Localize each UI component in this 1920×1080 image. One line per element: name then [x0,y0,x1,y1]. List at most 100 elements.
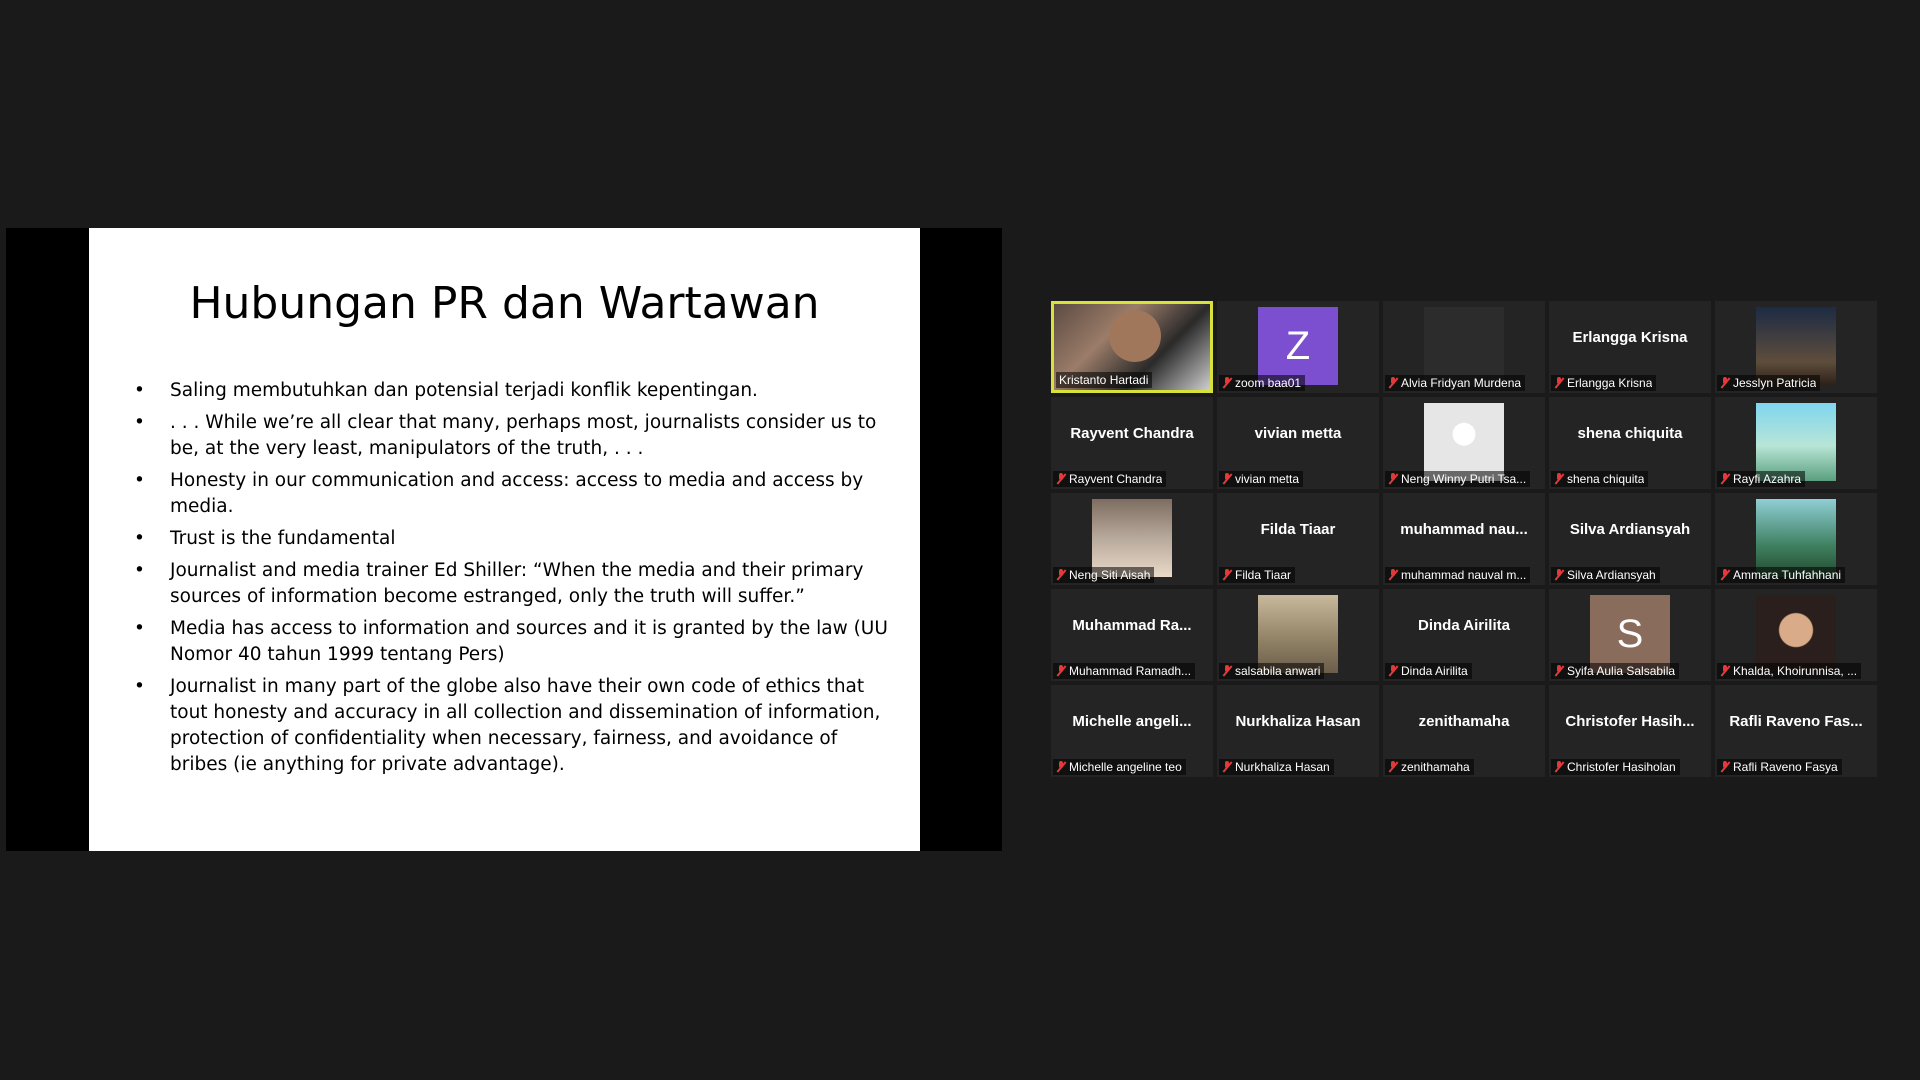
participant-display-name: Erlangga Krisna [1572,329,1688,346]
participant-name-tag: Kristanto Hartadi [1056,372,1153,388]
participant-name: Erlangga Krisna [1567,376,1653,390]
participant-avatar [1258,595,1338,673]
mic-muted-icon [1388,377,1398,389]
participant-name: Neng Winny Putri Tsa... [1401,472,1527,486]
participant-name: Rafli Raveno Fasya [1733,760,1838,774]
participant-tile[interactable]: Neng Siti Aisah [1051,493,1213,585]
participant-tile[interactable]: salsabila anwari [1217,589,1379,681]
participant-tile[interactable]: Silva Ardiansyah Silva Ardiansyah [1549,493,1711,585]
mic-muted-icon [1222,761,1232,773]
participant-name-tag: Silva Ardiansyah [1551,567,1660,583]
mic-muted-icon [1388,569,1398,581]
bullet-text: Trust is the fundamental [170,528,396,549]
participant-tile[interactable]: Ammara Tuhfahhani [1715,493,1877,585]
mic-muted-icon [1720,473,1730,485]
slide-bullet: • . . . While we’re all clear that many, … [134,410,894,462]
participant-tile[interactable]: Rayfi Azahra [1715,397,1877,489]
participant-name: Kristanto Hartadi [1059,373,1149,387]
mic-muted-icon [1222,569,1232,581]
mic-muted-icon [1720,761,1730,773]
participant-name-tag: shena chiquita [1551,471,1649,487]
participant-name-tag: Rayfi Azahra [1717,471,1806,487]
mic-muted-icon [1554,377,1564,389]
participant-name: zenithamaha [1401,760,1470,774]
participant-display-name: Filda Tiaar [1260,521,1336,538]
participant-name: zoom baa01 [1235,376,1302,390]
participant-name-tag: Nurkhaliza Hasan [1219,759,1334,775]
slide-bullet-list: • Saling membutuhkan dan potensial terjad… [134,378,894,784]
participant-tile[interactable]: Erlangga Krisna Erlangga Krisna [1549,301,1711,393]
participant-tile[interactable]: Alvia Fridyan Murdena [1383,301,1545,393]
slide-bullet: • Trust is the fundamental [134,526,894,552]
bullet-dot-icon: • [134,470,145,491]
participant-tile[interactable]: Rayvent Chandra Rayvent Chandra [1051,397,1213,489]
participant-tile[interactable]: Christofer Hasih... Christofer Hasiholan [1549,685,1711,777]
participant-avatar [1756,307,1836,385]
participant-face [1109,310,1161,362]
participant-name: Khalda, Khoirunnisa, ... [1733,664,1858,678]
slide-bullet: • Journalist and media trainer Ed Shiller… [134,558,894,610]
participant-tile[interactable]: Nurkhaliza Hasan Nurkhaliza Hasan [1217,685,1379,777]
participant-tile[interactable]: Zzoom baa01 [1217,301,1379,393]
participant-tile[interactable]: Muhammad Ra... Muhammad Ramadh... [1051,589,1213,681]
participant-tile[interactable]: Filda Tiaar Filda Tiaar [1217,493,1379,585]
participant-name: Rayfi Azahra [1733,472,1802,486]
mic-muted-icon [1554,665,1564,677]
slide-bullet: • Journalist in many part of the globe al… [134,674,894,778]
bullet-text: . . . While we’re all clear that many, p… [170,412,877,459]
participant-tile[interactable]: Kristanto Hartadi [1051,301,1213,393]
participant-name: salsabila anwari [1235,664,1321,678]
participant-avatar [1756,499,1836,577]
participant-display-name: Rayvent Chandra [1070,425,1194,442]
participant-display-name: muhammad nau... [1400,521,1528,538]
participant-tile[interactable]: Rafli Raveno Fas... Rafli Raveno Fasya [1715,685,1877,777]
participant-avatar [1756,595,1836,673]
participant-name-tag: Christofer Hasiholan [1551,759,1680,775]
mic-muted-icon [1056,761,1066,773]
participant-tile[interactable]: Dinda Airilita Dinda Airilita [1383,589,1545,681]
participant-name-tag: Syifa Aulia Salsabila [1551,663,1680,679]
participant-name: shena chiquita [1567,472,1645,486]
slide-bullet: • Media has access to information and sou… [134,616,894,668]
participant-tile[interactable]: Jesslyn Patricia [1715,301,1877,393]
bullet-text: Saling membutuhkan dan potensial terjadi… [170,380,758,401]
participant-display-name: Rafli Raveno Fas... [1729,713,1863,730]
participant-tile[interactable]: Khalda, Khoirunnisa, ... [1715,589,1877,681]
participant-display-name: Silva Ardiansyah [1569,521,1691,538]
bullet-text: Journalist in many part of the globe als… [170,676,881,775]
bullet-dot-icon: • [134,618,145,639]
bullet-dot-icon: • [134,528,145,549]
participant-name-tag: zoom baa01 [1219,375,1306,391]
mic-muted-icon [1554,473,1564,485]
participant-name-tag: Michelle angeline teo [1053,759,1186,775]
participant-name: Filda Tiaar [1235,568,1292,582]
participant-tile[interactable]: Michelle angeli... Michelle angeline teo [1051,685,1213,777]
participant-name-tag: Neng Winny Putri Tsa... [1385,471,1531,487]
participant-tile[interactable]: S Syifa Aulia Salsabila [1549,589,1711,681]
slide-title: Hubungan PR dan Wartawan [189,278,820,329]
participant-tile[interactable]: shena chiquita shena chiquita [1549,397,1711,489]
participant-display-name: vivian metta [1254,425,1342,442]
participant-name-tag: Erlangga Krisna [1551,375,1657,391]
participant-tile[interactable]: muhammad nau... muhammad nauval m... [1383,493,1545,585]
participant-name: muhammad nauval m... [1401,568,1527,582]
participant-display-name: Michelle angeli... [1072,713,1192,730]
mic-muted-icon [1222,377,1232,389]
bullet-text: Honesty in our communication and access:… [170,470,864,517]
participant-name: Muhammad Ramadh... [1069,664,1192,678]
mic-muted-icon [1222,665,1232,677]
participant-name: Silva Ardiansyah [1567,568,1656,582]
participant-display-name: zenithamaha [1418,713,1510,730]
participant-name: Jesslyn Patricia [1733,376,1817,390]
participant-avatar [1424,403,1504,481]
participant-display-name: Muhammad Ra... [1072,617,1192,634]
participant-tile[interactable]: Neng Winny Putri Tsa... [1383,397,1545,489]
mic-muted-icon [1056,569,1066,581]
presentation-slide: Hubungan PR dan Wartawan • Saling membutu… [89,228,920,851]
participant-name: Christofer Hasiholan [1567,760,1676,774]
participant-tile[interactable]: vivian metta vivian metta [1217,397,1379,489]
mic-muted-icon [1720,665,1730,677]
participant-tile[interactable]: zenithamaha zenithamaha [1383,685,1545,777]
slide-bullet: • Saling membutuhkan dan potensial terjad… [134,378,894,404]
participant-name-tag: Neng Siti Aisah [1053,567,1155,583]
